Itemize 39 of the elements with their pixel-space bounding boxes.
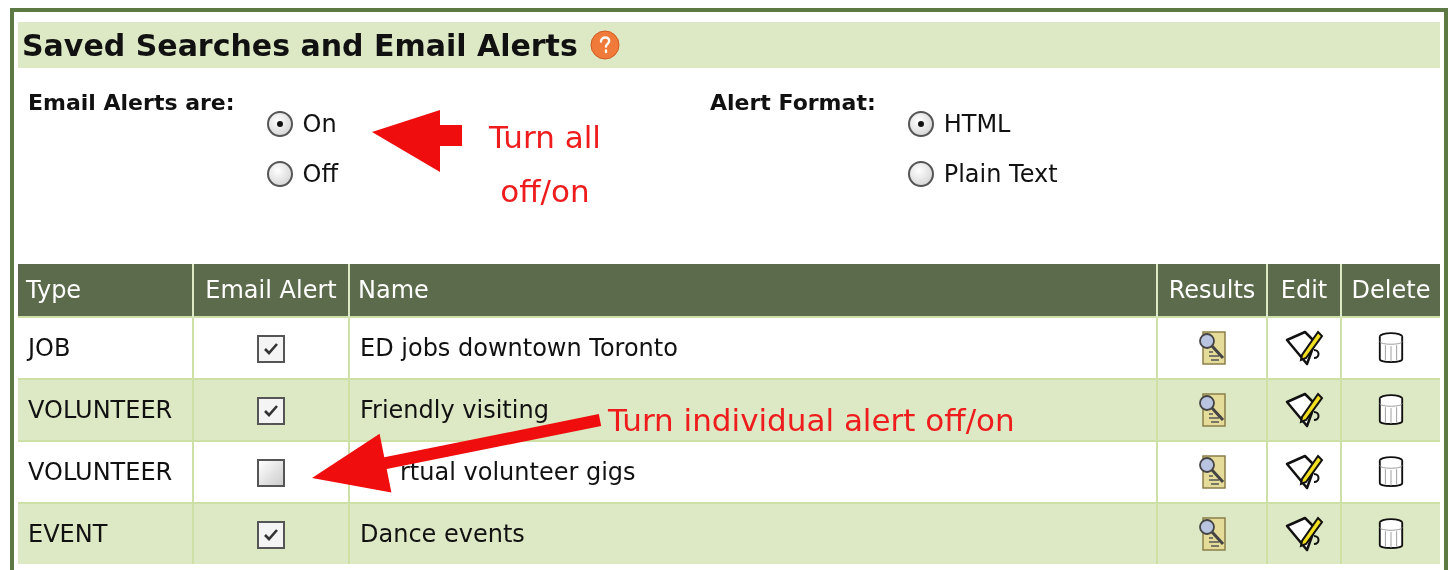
trash-can-icon[interactable] (1377, 393, 1405, 427)
checkbox[interactable] (257, 458, 285, 487)
edit-icon[interactable] (1284, 328, 1324, 368)
search-results-icon[interactable] (1197, 454, 1227, 490)
radio-button[interactable] (266, 111, 293, 137)
trash-can-icon[interactable] (1377, 517, 1405, 551)
column-header: Name (349, 264, 1157, 317)
table-cell: VOLUNTEER (18, 379, 193, 441)
setting-label: Email Alerts are: (28, 90, 235, 117)
column-header: Email Alert (193, 264, 349, 317)
trash-can-icon[interactable] (1377, 331, 1405, 365)
edit-icon[interactable] (1284, 514, 1324, 554)
edit-icon[interactable] (1284, 452, 1324, 492)
column-header: Results (1157, 264, 1267, 317)
checkbox[interactable] (257, 334, 285, 363)
setting-label: Alert Format: (710, 90, 876, 117)
radio-option[interactable]: Plain Text (907, 160, 1058, 188)
checkbox[interactable] (257, 520, 285, 549)
radio-option[interactable]: On (266, 110, 338, 138)
trash-can-icon[interactable] (1377, 455, 1405, 489)
table-cell: Dance events (349, 503, 1157, 564)
column-header: Edit (1267, 264, 1341, 317)
search-results-icon[interactable] (1197, 516, 1227, 552)
annotation-text: Turn individual alert off/on (608, 402, 1015, 438)
help-icon[interactable] (589, 30, 620, 60)
search-results-icon[interactable] (1197, 330, 1227, 366)
radio-option[interactable]: HTML (907, 110, 1058, 138)
column-header: Type (18, 264, 193, 317)
radio-button[interactable] (907, 161, 934, 187)
edit-icon[interactable] (1284, 390, 1324, 430)
column-header: Delete (1341, 264, 1440, 317)
radio-option[interactable]: Off (266, 160, 338, 188)
annotation-text: Turn all off/on (488, 118, 602, 211)
radio-button[interactable] (907, 111, 934, 137)
panel-title: Saved Searches and Email Alerts (22, 27, 578, 63)
table-cell: EVENT (18, 503, 193, 564)
search-results-icon[interactable] (1197, 392, 1227, 428)
checkbox[interactable] (257, 396, 285, 425)
radio-button[interactable] (266, 161, 293, 187)
